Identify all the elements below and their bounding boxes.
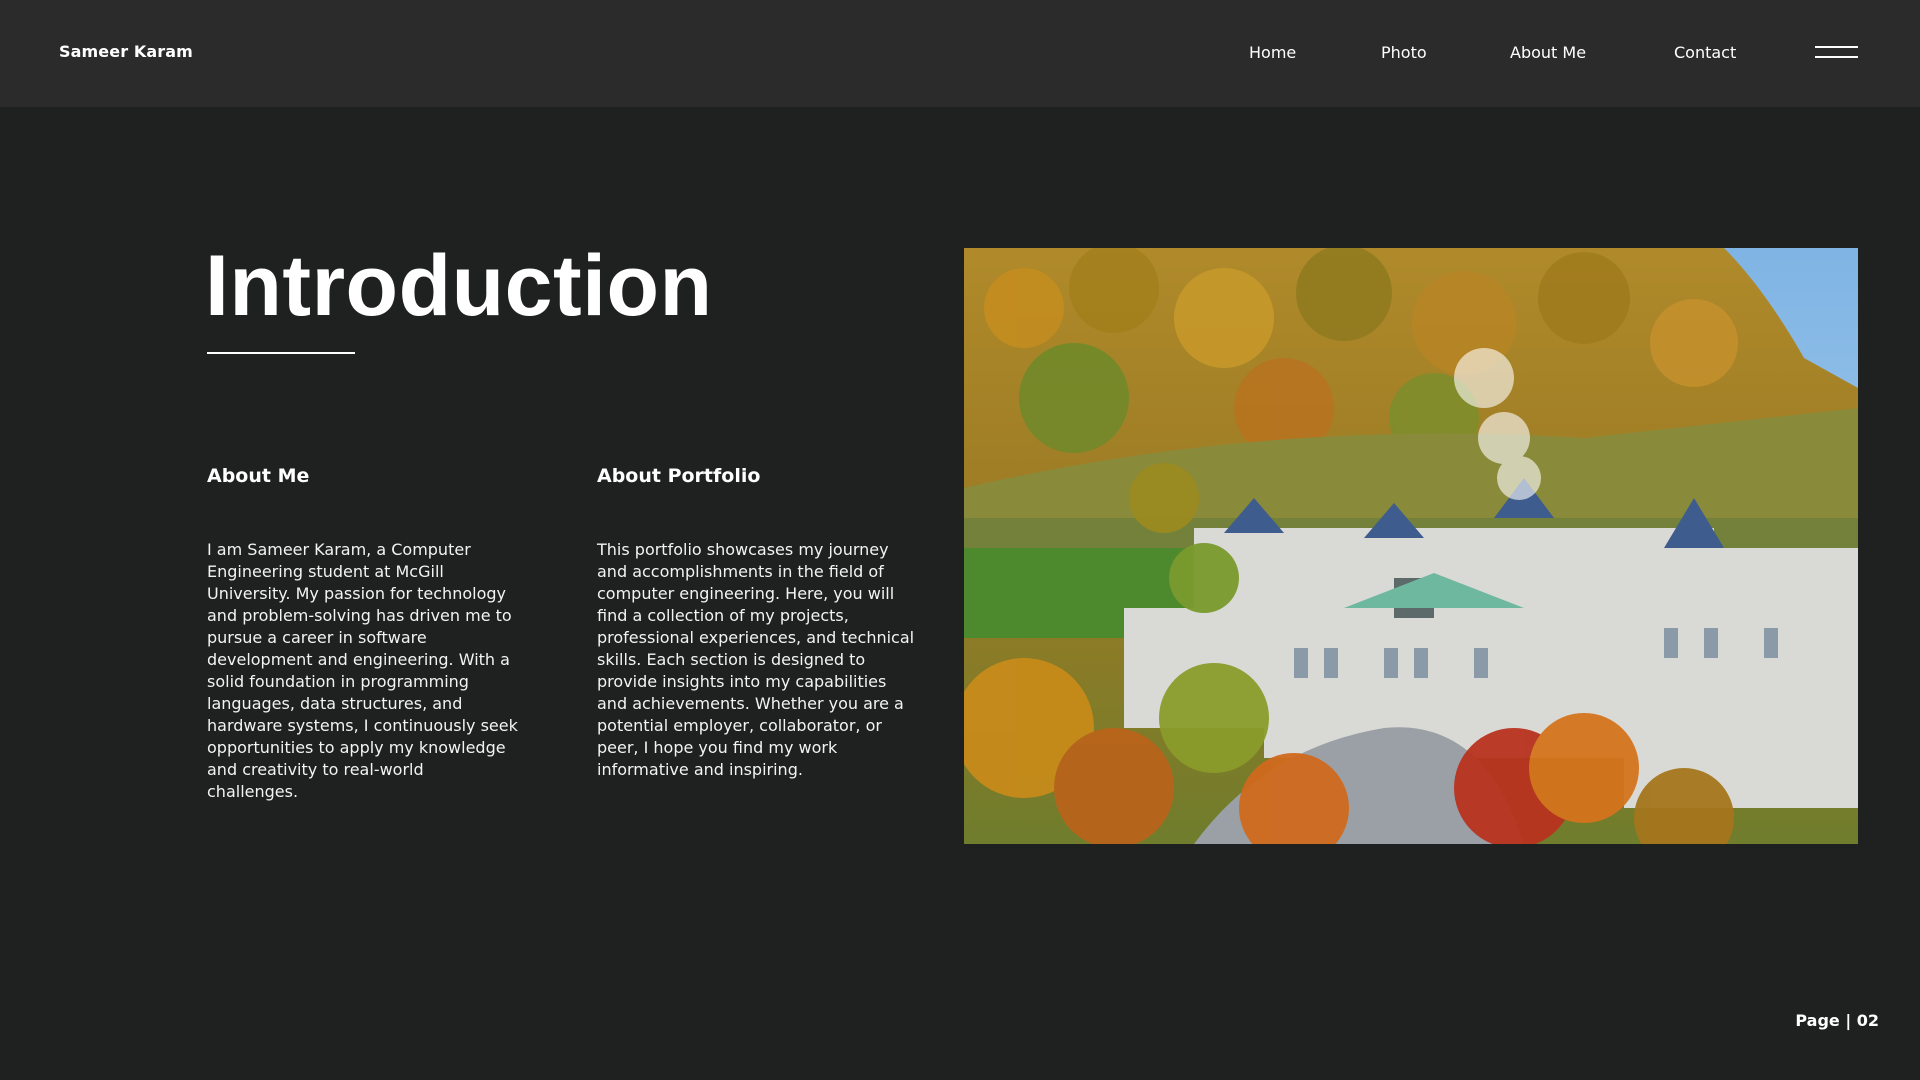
page-number: Page | 02 (1795, 1011, 1879, 1030)
about-me-heading: About Me (207, 465, 310, 487)
page-title: Introduction (205, 238, 713, 334)
nav-photo-link[interactable]: Photo (1381, 43, 1427, 62)
about-portfolio-heading: About Portfolio (597, 465, 761, 487)
about-portfolio-text: This portfolio showcases my journey and … (597, 540, 915, 779)
about-me-text: I am Sameer Karam, a Computer Engineerin… (207, 540, 518, 801)
campus-photo (964, 248, 1858, 844)
top-navigation-bar: Sameer Karam Home Photo About Me Contact (0, 0, 1920, 107)
nav-about-me-link[interactable]: About Me (1510, 43, 1586, 62)
hamburger-menu-icon[interactable] (1815, 46, 1858, 62)
nav-home-link[interactable]: Home (1249, 43, 1296, 62)
nav-contact-link[interactable]: Contact (1674, 43, 1736, 62)
brand-name[interactable]: Sameer Karam (59, 42, 193, 61)
title-underline (207, 352, 355, 354)
